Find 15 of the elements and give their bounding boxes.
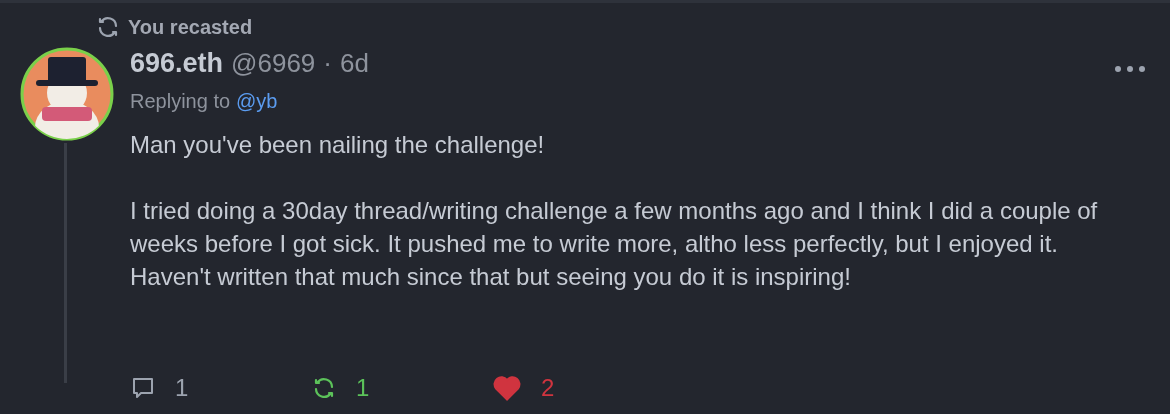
- separator: ·: [323, 47, 332, 80]
- like-action-button[interactable]: 2: [493, 363, 674, 413]
- more-menu-icon[interactable]: [1114, 65, 1146, 73]
- avatar[interactable]: [20, 47, 114, 141]
- recast-action-button[interactable]: 1: [312, 363, 493, 413]
- post-text: Man you've been nailing the challenge!: [130, 129, 546, 160]
- recast-label: You recasted: [128, 14, 253, 40]
- reply-handle-link[interactable]: @yb: [236, 85, 278, 116]
- post-text: I tried doing a 30day thread/writing challenge a few months ago and I think I did a couple of weeks before I got sick. It pushed me to write more, altho less perfectly, but I enjoyed it. Haven't written that much since that but seeing you do it is inspiring!: [130, 195, 1099, 292]
- author-name[interactable]: 696.eth: [130, 43, 224, 84]
- post-age: 6d: [339, 47, 369, 80]
- author-handle[interactable]: @6969: [231, 44, 316, 83]
- reply-action-button[interactable]: 1: [131, 363, 312, 413]
- recast-icon: [96, 14, 120, 39]
- replying-label: Replying to: [130, 88, 231, 114]
